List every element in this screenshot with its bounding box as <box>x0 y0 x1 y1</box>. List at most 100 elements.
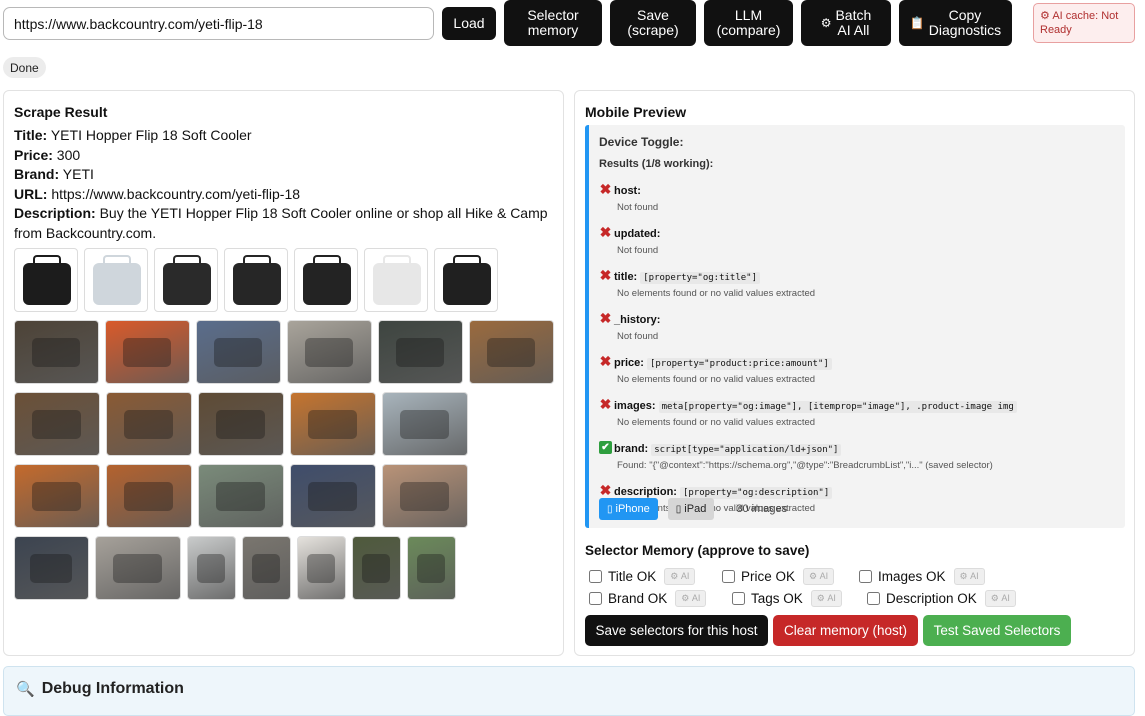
product-image-thumbnail[interactable] <box>294 248 358 312</box>
product-image-thumbnail[interactable] <box>382 392 468 456</box>
product-image-thumbnail[interactable] <box>198 464 284 528</box>
product-image-thumbnail[interactable] <box>242 536 291 600</box>
product-image-thumbnail[interactable] <box>84 248 148 312</box>
robot-icon: ⚙ <box>1040 10 1053 22</box>
url-value: https://www.backcountry.com/yeti-flip-18 <box>47 185 301 202</box>
ai-chip[interactable]: ⚙ AI <box>803 567 835 585</box>
ai-chip[interactable]: ⚙ AI <box>675 589 707 607</box>
ai-chip[interactable]: ⚙ AI <box>810 589 842 607</box>
debug-section[interactable]: 🔍 Debug Information <box>3 666 1135 716</box>
product-image-thumbnail[interactable] <box>14 320 99 384</box>
product-image-thumbnail[interactable] <box>106 464 192 528</box>
url-field: URL: https://www.backcountry.com/yeti-fl… <box>14 185 553 205</box>
check-row-1: Title OK ⚙ AI Price OK ⚙ AI Images OK ⚙ AI <box>589 565 1129 587</box>
selector-memory-heading: Selector Memory (approve to save) <box>585 543 810 558</box>
product-image-thumbnail[interactable] <box>287 320 372 384</box>
images-ok-checkbox[interactable] <box>859 569 872 583</box>
copy-diagnostics-label: Copy Diagnostics <box>928 7 1002 38</box>
ai-chip[interactable]: ⚙ AI <box>984 589 1016 607</box>
product-image-thumbnail[interactable] <box>364 248 428 312</box>
description-ok-check[interactable]: Description OK ⚙ AI <box>867 589 1016 607</box>
product-image-thumbnail[interactable] <box>14 248 78 312</box>
title-field: Title: YETI Hopper Flip 18 Soft Cooler <box>14 126 553 146</box>
product-image-thumbnail[interactable] <box>187 536 236 600</box>
selector-key: title: <box>614 271 638 283</box>
selector-memory-button[interactable]: Selector memory <box>504 0 602 46</box>
selector-message: No elements found or no valid values ext… <box>617 288 816 299</box>
product-image-thumbnail[interactable] <box>14 392 100 456</box>
description-label: Description: <box>14 205 96 222</box>
gallery-row <box>14 248 554 312</box>
description-field: Description: Buy the YETI Hopper Flip 18… <box>14 204 553 243</box>
selector-result-line: ✖ host: <box>599 181 1115 199</box>
selector-message: Found: "{"@context":"https://schema.org"… <box>617 460 993 471</box>
product-image-thumbnail[interactable] <box>434 248 498 312</box>
images-ok-check[interactable]: Images OK ⚙ AI <box>859 567 985 585</box>
product-image-thumbnail[interactable] <box>469 320 554 384</box>
brand-label: Brand: <box>14 166 60 183</box>
product-image-thumbnail[interactable] <box>95 536 181 600</box>
product-image-thumbnail[interactable] <box>378 320 463 384</box>
selector-message: Not found <box>617 202 659 213</box>
product-image-thumbnail[interactable] <box>407 536 456 600</box>
selector-key: images: <box>614 400 656 412</box>
tags-ok-check[interactable]: Tags OK ⚙ AI <box>732 589 867 607</box>
description-ok-checkbox[interactable] <box>867 591 880 605</box>
toolbar: Load Selector memory Save (scrape) LLM (… <box>0 0 1145 50</box>
title-ok-checkbox[interactable] <box>589 569 602 583</box>
ai-chip[interactable]: ⚙ AI <box>664 567 696 585</box>
status-badge: Done <box>3 57 46 78</box>
ai-chip-label: AI <box>819 571 829 581</box>
ai-chip[interactable]: ⚙ AI <box>953 567 985 585</box>
copy-diagnostics-button[interactable]: 📋 Copy Diagnostics <box>899 0 1012 46</box>
llm-compare-button[interactable]: LLM (compare) <box>704 0 793 46</box>
cross-icon: ✖ <box>599 310 612 327</box>
brand-ok-check[interactable]: Brand OK ⚙ AI <box>589 589 732 607</box>
product-image-thumbnail[interactable] <box>224 248 288 312</box>
title-ok-check[interactable]: Title OK ⚙ AI <box>589 567 722 585</box>
ipad-button[interactable]: ▯ iPad <box>667 498 715 520</box>
product-image-thumbnail[interactable] <box>106 392 192 456</box>
image-gallery <box>14 248 554 608</box>
selector-key: host: <box>614 185 641 197</box>
test-saved-selectors-button[interactable]: Test Saved Selectors <box>923 615 1071 646</box>
gallery-row <box>14 392 554 456</box>
selector-code: [property="product:price:amount"] <box>646 358 832 370</box>
product-image-thumbnail[interactable] <box>290 464 376 528</box>
url-input[interactable] <box>3 7 434 40</box>
clear-memory-button[interactable]: Clear memory (host) <box>773 615 918 646</box>
tags-ok-checkbox[interactable] <box>732 591 745 605</box>
check-row-2: Brand OK ⚙ AI Tags OK ⚙ AI Description OK ⚙… <box>589 587 1129 609</box>
product-image-thumbnail[interactable] <box>382 464 468 528</box>
product-image-thumbnail[interactable] <box>14 536 89 600</box>
product-image-thumbnail[interactable] <box>352 536 401 600</box>
brand-ok-checkbox[interactable] <box>589 591 602 605</box>
product-image-thumbnail[interactable] <box>290 392 376 456</box>
price-ok-checkbox[interactable] <box>722 569 735 583</box>
product-image-thumbnail[interactable] <box>14 464 100 528</box>
product-image-thumbnail[interactable] <box>198 392 284 456</box>
title-ok-label: Title OK <box>608 568 657 584</box>
selector-result-line: ✔ brand: script[type="application/ld+json"… <box>599 439 1115 457</box>
iphone-button[interactable]: ▯ iPhone <box>599 498 658 520</box>
product-image-thumbnail[interactable] <box>154 248 218 312</box>
selector-memory-checks: Title OK ⚙ AI Price OK ⚙ AI Images OK ⚙ AI … <box>589 565 1129 609</box>
selector-result: ✔ brand: script[type="application/ld+json"… <box>599 439 1115 471</box>
cross-icon: ✖ <box>599 224 612 241</box>
price-value: 300 <box>52 146 81 163</box>
device-toggle-label: Device Toggle: <box>599 135 684 149</box>
robot-icon: ⚙ <box>959 570 968 581</box>
product-image-thumbnail[interactable] <box>105 320 190 384</box>
load-button[interactable]: Load <box>442 7 496 40</box>
product-image-thumbnail[interactable] <box>196 320 281 384</box>
price-ok-check[interactable]: Price OK ⚙ AI <box>722 567 859 585</box>
product-image-thumbnail[interactable] <box>297 536 346 600</box>
save-selectors-button[interactable]: Save selectors for this host <box>585 615 768 646</box>
selector-message: No elements found or no valid values ext… <box>617 374 816 385</box>
batch-ai-button[interactable]: ⚙ Batch AI All <box>801 0 891 46</box>
ai-chip-label: AI <box>680 571 690 581</box>
images-ok-label: Images OK <box>878 568 946 584</box>
results-summary: Results (1/8 working): <box>599 158 714 170</box>
save-scrape-button[interactable]: Save (scrape) <box>610 0 696 46</box>
robot-icon: ⚙ <box>820 15 832 30</box>
